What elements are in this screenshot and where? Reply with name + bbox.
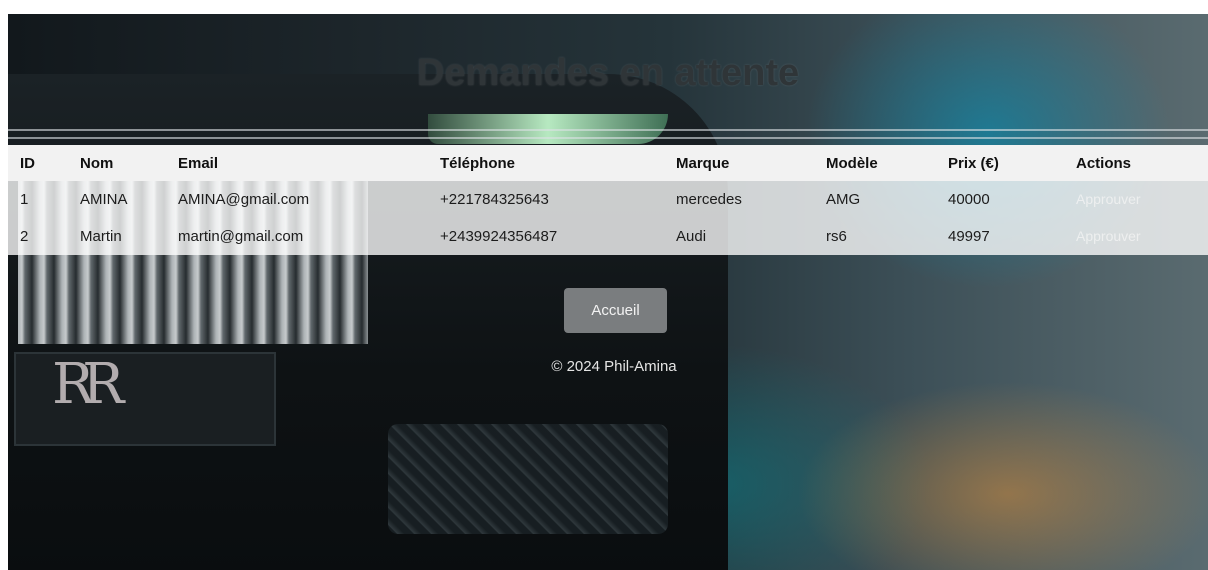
cell-email: martin@gmail.com — [166, 218, 428, 255]
column-header-modele: Modèle — [814, 145, 936, 181]
cell-modele: AMG — [814, 181, 936, 218]
column-header-email: Email — [166, 145, 428, 181]
cell-actions: Approuver — [1064, 181, 1208, 218]
column-header-marque: Marque — [664, 145, 814, 181]
column-header-nom: Nom — [68, 145, 166, 181]
background-photo: RR Demandes en attente ID Nom Email Télé… — [8, 14, 1208, 570]
cell-prix: 40000 — [936, 181, 1064, 218]
table-row: 1 AMINA AMINA@gmail.com +221784325643 me… — [8, 181, 1208, 218]
table-header-row: ID Nom Email Téléphone Marque Modèle Pri… — [8, 145, 1208, 181]
column-header-id: ID — [8, 145, 68, 181]
column-header-actions: Actions — [1064, 145, 1208, 181]
column-header-prix: Prix (€) — [936, 145, 1064, 181]
cell-modele: rs6 — [814, 218, 936, 255]
pending-requests-table: ID Nom Email Téléphone Marque Modèle Pri… — [8, 145, 1208, 255]
cell-prix: 49997 — [936, 218, 1064, 255]
column-header-telephone: Téléphone — [428, 145, 664, 181]
cell-nom: Martin — [68, 218, 166, 255]
divider-line — [8, 129, 1208, 131]
cell-email: AMINA@gmail.com — [166, 181, 428, 218]
cell-nom: AMINA — [68, 181, 166, 218]
cell-marque: Audi — [664, 218, 814, 255]
cell-id: 2 — [8, 218, 68, 255]
table-row: 2 Martin martin@gmail.com +2439924356487… — [8, 218, 1208, 255]
cell-telephone: +2439924356487 — [428, 218, 664, 255]
home-button[interactable]: Accueil — [564, 288, 667, 333]
divider-line — [8, 137, 1208, 139]
cell-id: 1 — [8, 181, 68, 218]
lower-grille-decoration — [388, 424, 668, 534]
cell-marque: mercedes — [664, 181, 814, 218]
footer-copyright: © 2024 Phil-Amina — [551, 358, 677, 375]
cell-telephone: +221784325643 — [428, 181, 664, 218]
approve-link[interactable]: Approuver — [1076, 191, 1141, 207]
cell-actions: Approuver — [1064, 218, 1208, 255]
approve-link[interactable]: Approuver — [1076, 228, 1141, 244]
page-title: Demandes en attente — [416, 52, 800, 94]
